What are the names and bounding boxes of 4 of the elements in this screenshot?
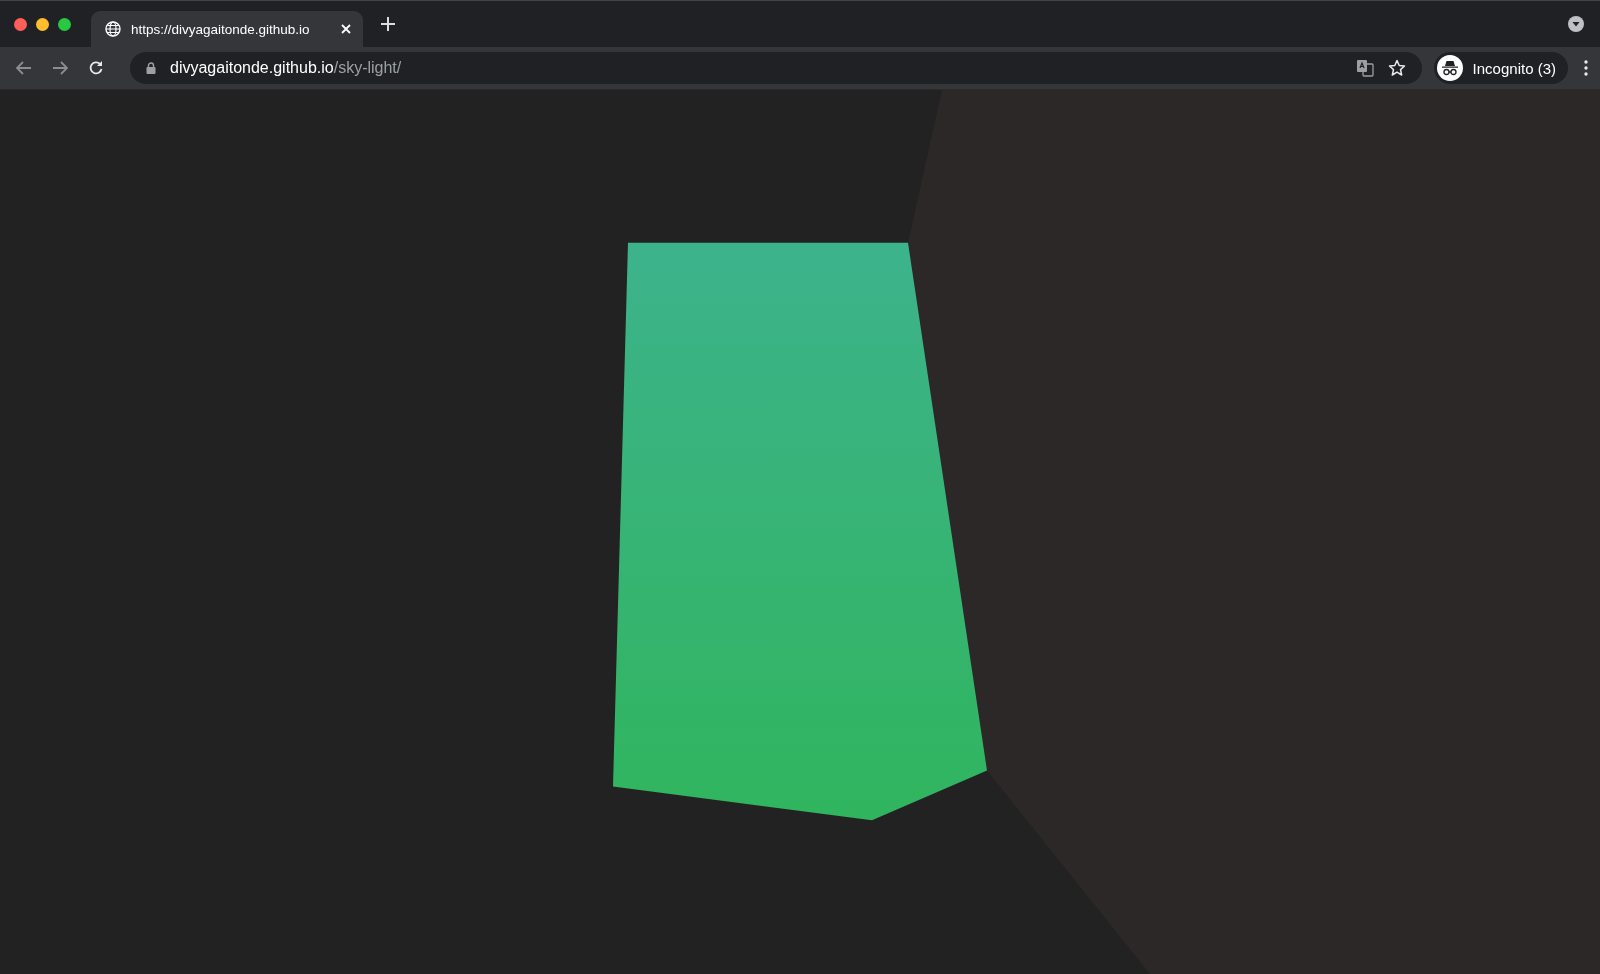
incognito-profile-button[interactable]: Incognito (3) [1433, 52, 1568, 84]
url-text: divyagaitonde.github.io/sky-light/ [170, 59, 402, 77]
address-bar[interactable]: divyagaitonde.github.io/sky-light/ [130, 52, 1422, 84]
browser-tab[interactable]: https://divyagaitonde.github.io [91, 11, 363, 47]
